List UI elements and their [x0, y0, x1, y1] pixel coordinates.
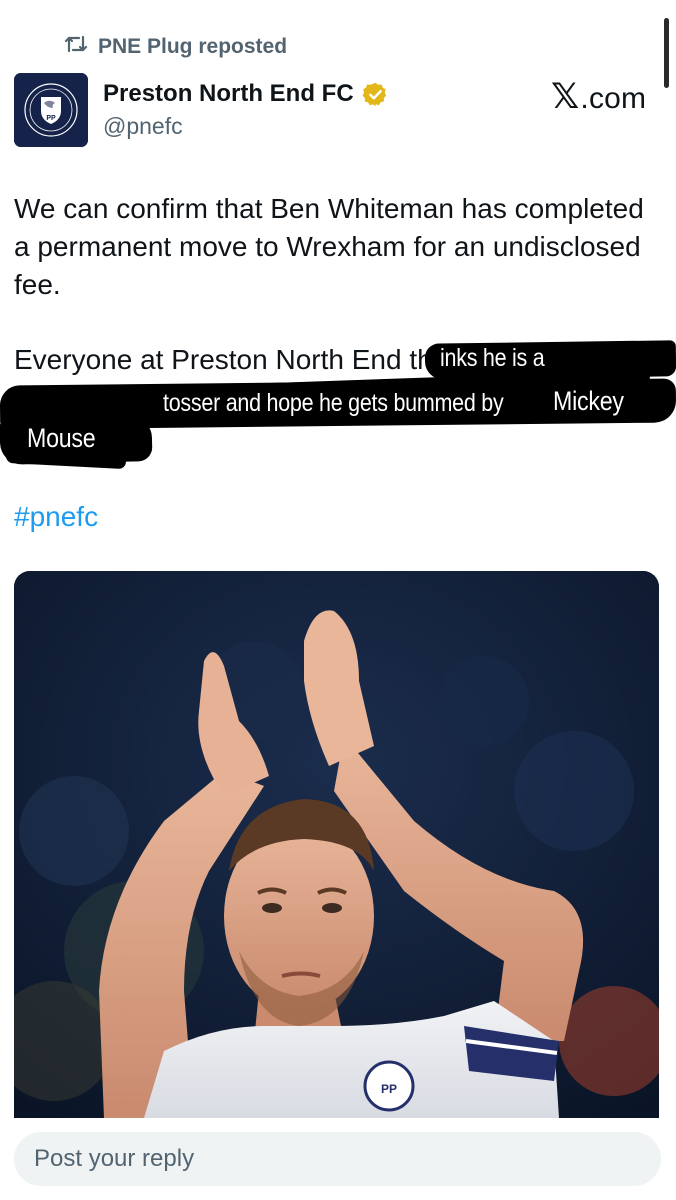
- reply-input[interactable]: [34, 1145, 634, 1173]
- avatar-lettering: PP: [46, 115, 56, 122]
- repost-header: PNE Plug reposted: [64, 33, 287, 61]
- scribble-text-1: inks he is a: [440, 344, 545, 372]
- tweet-media-photo[interactable]: PP: [14, 571, 659, 1118]
- author-name[interactable]: Preston North End FC: [103, 80, 354, 108]
- reply-bar: [0, 1118, 676, 1200]
- tweet-paragraph-1: We can confirm that Ben Whiteman has com…: [14, 193, 644, 300]
- hashtag-link[interactable]: #pnefc: [14, 501, 98, 533]
- scribble-text-2b: Mickey: [553, 386, 624, 416]
- x-logo-icon: 𝕏: [551, 77, 580, 117]
- avatar[interactable]: PP: [14, 73, 88, 147]
- scribble-text-2: tosser and hope he gets bummed by: [163, 389, 504, 417]
- repost-icon: [64, 33, 88, 61]
- scrollbar[interactable]: [664, 18, 669, 88]
- kit-crest-lettering: PP: [381, 1082, 397, 1096]
- scribble-text-3: Mouse: [27, 423, 96, 453]
- author-name-row[interactable]: Preston North End FC: [103, 80, 389, 108]
- player-applauding-photo: PP: [14, 571, 659, 1118]
- x-brand-suffix: .com: [580, 82, 647, 115]
- x-com-brand: 𝕏 .com: [551, 80, 646, 116]
- tweet-paragraph-2: Everyone at Preston North End th: [14, 344, 433, 375]
- reply-box[interactable]: [14, 1132, 661, 1186]
- repost-label: PNE Plug reposted: [98, 35, 288, 58]
- verified-badge-icon[interactable]: [362, 81, 389, 108]
- author-handle[interactable]: @pnefc: [103, 113, 183, 140]
